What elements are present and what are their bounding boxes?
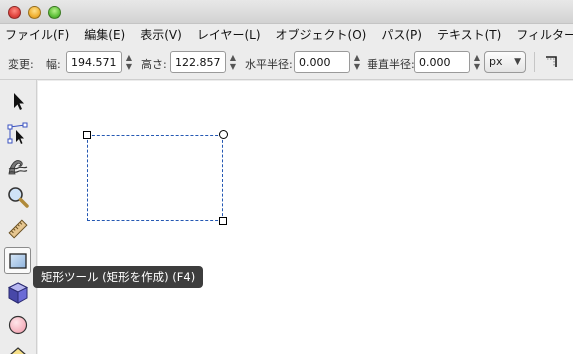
chevron-down-icon[interactable]: ▼ xyxy=(354,62,360,71)
toolbox xyxy=(0,80,37,354)
measure-ruler-icon xyxy=(7,218,28,239)
node-editor-icon xyxy=(7,122,27,144)
width-input[interactable] xyxy=(66,51,122,73)
3d-box-tool-button[interactable] xyxy=(4,279,31,306)
chevron-up-icon[interactable]: ▲ xyxy=(126,53,132,62)
chevron-up-icon[interactable]: ▲ xyxy=(354,53,360,62)
3d-box-icon xyxy=(7,281,28,304)
star-polygon-icon xyxy=(9,346,26,354)
ry-input[interactable] xyxy=(414,51,470,73)
minimize-window-button[interactable] xyxy=(28,6,41,19)
measure-tool-button[interactable] xyxy=(4,215,31,242)
chevron-up-icon[interactable]: ▲ xyxy=(230,53,236,62)
zoom-magnifier-icon xyxy=(7,186,29,208)
rounding-handle[interactable] xyxy=(219,130,228,139)
tooltip: 矩形ツール (矩形を作成) (F4) xyxy=(33,266,204,288)
menu-layer[interactable]: レイヤー(L) xyxy=(197,24,261,46)
rx-spinbox[interactable]: ▲ ▼ xyxy=(294,51,360,73)
unit-select[interactable]: px ▼ xyxy=(484,51,526,73)
ry-label: 垂直半径: xyxy=(367,58,415,71)
selector-tool-button[interactable] xyxy=(4,87,31,114)
drawing-canvas[interactable] xyxy=(38,81,573,354)
corner-handle-top-left[interactable] xyxy=(83,131,91,139)
corner-reset-button[interactable] xyxy=(544,54,560,70)
selector-arrow-icon xyxy=(13,92,24,110)
zoom-window-button[interactable] xyxy=(48,6,61,19)
menu-view[interactable]: 表示(V) xyxy=(140,24,182,46)
width-spinbox[interactable]: ▲ ▼ xyxy=(66,51,132,73)
chevron-down-icon[interactable]: ▼ xyxy=(474,62,480,71)
menu-edit[interactable]: 編集(E) xyxy=(84,24,125,46)
selected-rectangle[interactable] xyxy=(87,135,223,221)
ellipse-circle-icon xyxy=(8,315,27,334)
node-tool-button[interactable] xyxy=(4,119,31,146)
menu-text[interactable]: テキスト(T) xyxy=(437,24,501,46)
tweak-wave-icon xyxy=(8,159,27,174)
separator xyxy=(534,52,535,72)
unit-value: px xyxy=(489,55,503,68)
ry-stepper[interactable]: ▲ ▼ xyxy=(471,51,483,73)
width-label: 幅: xyxy=(46,58,61,71)
transform-label: 変更: xyxy=(8,58,34,71)
close-window-button[interactable] xyxy=(8,6,21,19)
tweak-tool-button[interactable] xyxy=(4,151,31,178)
rx-label: 水平半径: xyxy=(245,58,293,71)
chevron-down-icon[interactable]: ▼ xyxy=(230,62,236,71)
ellipse-tool-button[interactable] xyxy=(4,311,31,338)
tool-controls-bar: 変更: 幅: ▲ ▼ 高さ: ▲ ▼ 水平半径: ▲ ▼ 垂直半径: ▲ ▼ p… xyxy=(0,46,573,80)
width-stepper[interactable]: ▲ ▼ xyxy=(123,51,135,73)
menu-object[interactable]: オブジェクト(O) xyxy=(276,24,367,46)
rx-stepper[interactable]: ▲ ▼ xyxy=(351,51,363,73)
zoom-tool-button[interactable] xyxy=(4,183,31,210)
star-tool-button[interactable] xyxy=(4,343,31,354)
menu-bar: ファイル(F) 編集(E) 表示(V) レイヤー(L) オブジェクト(O) パス… xyxy=(0,24,573,46)
rectangle-tool-icon xyxy=(8,252,27,269)
chevron-down-icon: ▼ xyxy=(514,57,521,67)
height-label: 高さ: xyxy=(141,58,167,71)
height-input[interactable] xyxy=(170,51,226,73)
chevron-down-icon[interactable]: ▼ xyxy=(126,62,132,71)
height-stepper[interactable]: ▲ ▼ xyxy=(227,51,239,73)
menu-filter[interactable]: フィルター(S) xyxy=(516,24,573,46)
menu-file[interactable]: ファイル(F) xyxy=(5,24,69,46)
chevron-up-icon[interactable]: ▲ xyxy=(474,53,480,62)
rectangle-tool-button[interactable] xyxy=(4,247,31,274)
height-spinbox[interactable]: ▲ ▼ xyxy=(170,51,236,73)
title-bar xyxy=(0,0,573,24)
corner-icon xyxy=(546,56,557,67)
ry-spinbox[interactable]: ▲ ▼ xyxy=(414,51,480,73)
menu-path[interactable]: パス(P) xyxy=(381,24,422,46)
corner-handle-bottom-right[interactable] xyxy=(219,217,227,225)
rx-input[interactable] xyxy=(294,51,350,73)
